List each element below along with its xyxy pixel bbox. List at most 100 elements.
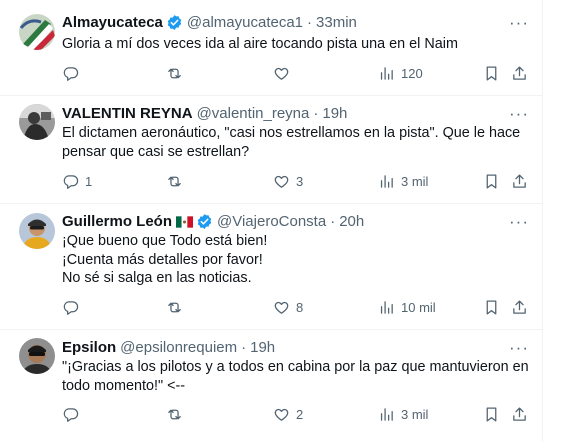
retweet-icon [168, 302, 181, 312]
reply-count: 1 [85, 173, 93, 189]
like-count: 3 [296, 173, 304, 189]
like-button[interactable]: 8 [273, 297, 303, 317]
views-icon [380, 66, 393, 80]
handle[interactable]: @almayucateca1 [187, 14, 303, 31]
avatar[interactable] [19, 104, 55, 140]
like-icon [274, 175, 289, 188]
retweet-button[interactable] [166, 63, 189, 83]
views-button[interactable]: 120 [378, 63, 423, 83]
views-count: 3 mil [401, 406, 429, 422]
bookmark-button[interactable] [483, 404, 500, 424]
share-button[interactable] [511, 404, 528, 424]
reply-button[interactable] [62, 63, 85, 83]
mexico-flag-icon [176, 215, 194, 228]
tweet-header: VALENTIN REYNA @valentin_reyna · 19h [62, 103, 347, 123]
retweet-button[interactable] [166, 171, 189, 191]
display-name[interactable]: Almayucateca [62, 14, 163, 31]
retweet-icon [168, 409, 181, 419]
bookmark-icon [486, 173, 497, 189]
reply-icon [63, 66, 79, 81]
tweet-almayucateca[interactable]: Almayucateca @almayucateca1 · 33min ··· … [0, 0, 543, 96]
views-icon [380, 300, 393, 314]
reply-icon [63, 407, 79, 422]
display-name[interactable]: Guillermo León [62, 213, 172, 230]
share-icon [513, 299, 526, 314]
separator-dot: · [330, 212, 336, 230]
like-button[interactable]: 3 [273, 171, 303, 191]
views-button[interactable]: 3 mil [378, 171, 428, 191]
bookmark-button[interactable] [483, 297, 500, 317]
tweet-header: Epsilon @epsilonrequiem · 19h [62, 337, 275, 357]
tweet-text: Gloria a mí dos veces ida al aire tocand… [62, 35, 532, 54]
tweet-header: Almayucateca @almayucateca1 · 33min [62, 12, 357, 32]
timestamp[interactable]: 19h [250, 339, 275, 356]
views-icon [380, 174, 393, 188]
more-options-button[interactable]: ··· [509, 338, 529, 358]
handle[interactable]: @ViajeroConsta [217, 213, 326, 230]
tweet-text-line: ¡Cuenta más detalles por favor! [62, 251, 263, 268]
handle[interactable]: @epsilonrequiem [120, 339, 237, 356]
timestamp[interactable]: 33min [316, 14, 357, 31]
bookmark-button[interactable] [483, 63, 500, 83]
tweet-text-line: pensar que casi se estrellan? [62, 143, 250, 160]
tweet-text: "¡Gracias a los pilotos y a todos en cab… [62, 358, 532, 395]
views-button[interactable]: 3 mil [378, 404, 428, 424]
share-icon [513, 406, 526, 421]
tweet-guillermo-leon[interactable]: Guillermo León @ViajeroConsta · 20h ··· … [0, 204, 543, 330]
bookmark-icon [486, 65, 497, 81]
tweet-text-line: No sé si salga en las noticias. [62, 270, 252, 286]
reply-icon [63, 174, 79, 189]
tweet-text-line: El dictamen aeronáutico, "casi nos estre… [62, 125, 521, 141]
share-button[interactable] [511, 63, 528, 83]
like-icon [274, 408, 289, 421]
tweet-text-line: todo momento!" <-- [62, 377, 186, 394]
tweet-header: Guillermo León @ViajeroConsta · 20h [62, 211, 364, 231]
views-count: 3 mil [401, 173, 429, 189]
handle[interactable]: @valentin_reyna [197, 105, 310, 122]
tweet-text: ¡Que bueno que Todo está bien! ¡Cuenta m… [62, 232, 532, 288]
avatar[interactable] [19, 213, 55, 249]
like-icon [274, 301, 289, 314]
reply-button[interactable] [62, 297, 85, 317]
tweet-actions: 2 3 mil [62, 404, 530, 424]
retweet-button[interactable] [166, 297, 189, 317]
timestamp[interactable]: 20h [339, 213, 364, 230]
like-button[interactable] [273, 63, 296, 83]
timestamp[interactable]: 19h [322, 105, 347, 122]
reply-feed: Almayucateca @almayucateca1 · 33min ··· … [0, 0, 543, 442]
retweet-icon [168, 68, 181, 78]
separator-dot: · [307, 13, 313, 31]
avatar[interactable] [19, 338, 55, 374]
share-icon [513, 65, 526, 80]
reply-button[interactable]: 1 [62, 171, 92, 191]
like-button[interactable]: 2 [273, 404, 303, 424]
display-name[interactable]: Epsilon [62, 339, 116, 356]
bookmark-icon [486, 299, 497, 315]
tweet-valentin-reyna[interactable]: VALENTIN REYNA @valentin_reyna · 19h ···… [0, 96, 543, 204]
tweet-text-line: ¡Que bueno que Todo está bien! [62, 233, 268, 249]
share-icon [513, 173, 526, 188]
tweet-text-line: Gloria a mí dos veces ida al aire tocand… [62, 36, 458, 52]
share-button[interactable] [511, 171, 528, 191]
more-options-button[interactable]: ··· [509, 212, 529, 232]
more-options-button[interactable]: ··· [509, 13, 529, 33]
bookmark-icon [486, 406, 497, 422]
tweet-text: El dictamen aeronáutico, "casi nos estre… [62, 124, 532, 161]
like-count: 8 [296, 299, 304, 315]
views-count: 120 [401, 65, 423, 81]
reply-button[interactable] [62, 404, 85, 424]
retweet-button[interactable] [166, 404, 189, 424]
more-options-button[interactable]: ··· [509, 104, 529, 124]
display-name[interactable]: VALENTIN REYNA [62, 105, 193, 122]
share-button[interactable] [511, 297, 528, 317]
avatar[interactable] [19, 14, 55, 50]
tweet-actions: 120 [62, 63, 530, 83]
bookmark-button[interactable] [483, 171, 500, 191]
tweet-epsilon[interactable]: Epsilon @epsilonrequiem · 19h ··· "¡Grac… [0, 330, 543, 442]
separator-dot: · [313, 104, 319, 122]
verified-badge-icon [196, 213, 213, 230]
verified-badge-icon [166, 14, 183, 31]
like-icon [274, 67, 289, 80]
views-button[interactable]: 10 mil [378, 297, 436, 317]
like-count: 2 [296, 406, 304, 422]
